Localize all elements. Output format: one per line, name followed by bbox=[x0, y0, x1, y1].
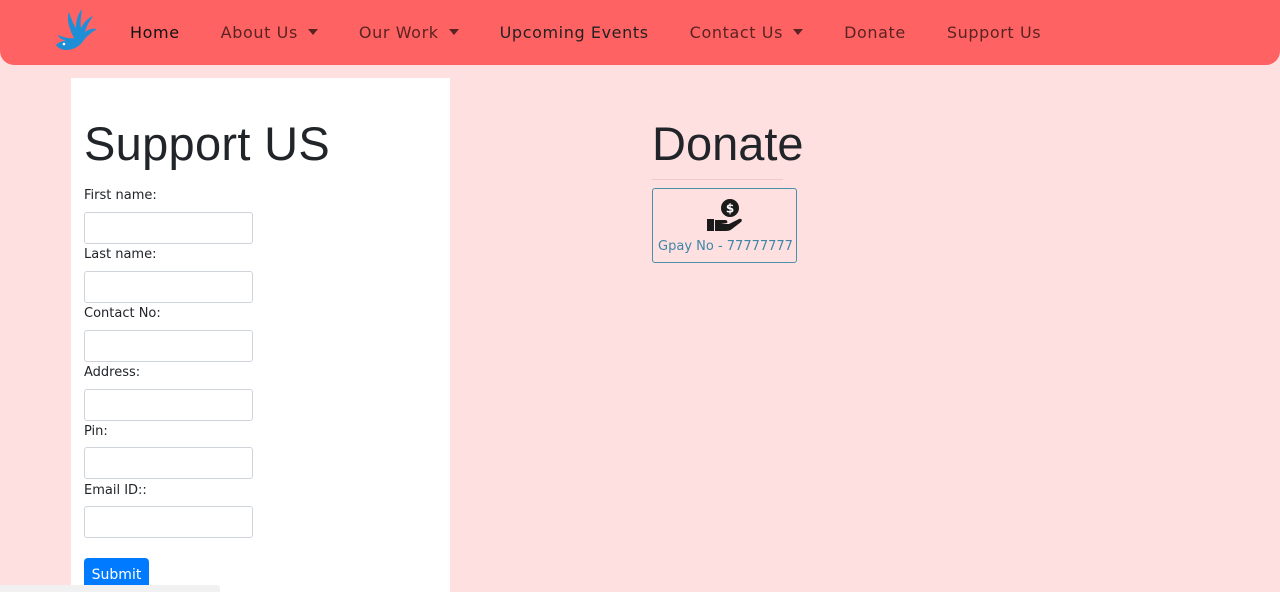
top-navbar: Home About Us Our Work Upcoming Events C… bbox=[0, 0, 1280, 65]
nav-contact-us[interactable]: Contact Us bbox=[690, 23, 804, 42]
address-label: Address: bbox=[84, 365, 141, 380]
email-id-input[interactable] bbox=[84, 506, 253, 538]
address-input[interactable] bbox=[84, 389, 253, 421]
contact-no-input[interactable] bbox=[84, 330, 253, 362]
nav-support-us[interactable]: Support Us bbox=[947, 23, 1041, 42]
support-title: Support US bbox=[84, 117, 330, 170]
support-form-card: Support US First name: Last name: Contac… bbox=[71, 78, 450, 592]
caret-down-icon bbox=[307, 28, 318, 35]
nav-upcoming-events[interactable]: Upcoming Events bbox=[500, 23, 649, 42]
gpay-number-link: Gpay No - 77777777 bbox=[658, 239, 793, 254]
donate-divider bbox=[652, 179, 783, 180]
hand-holding-dollar-icon: $ bbox=[707, 199, 742, 231]
email-id-label: Email ID:: bbox=[84, 483, 147, 498]
nav-home[interactable]: Home bbox=[130, 23, 180, 42]
nav-our-work[interactable]: Our Work bbox=[359, 23, 459, 42]
last-name-input[interactable] bbox=[84, 271, 253, 303]
browser-status-bar bbox=[0, 585, 220, 592]
first-name-input[interactable] bbox=[84, 212, 253, 244]
hand-dove-logo-icon[interactable] bbox=[52, 8, 100, 54]
nav-about-us[interactable]: About Us bbox=[221, 23, 318, 42]
pin-input[interactable] bbox=[84, 447, 253, 479]
first-name-label: First name: bbox=[84, 188, 157, 203]
donate-title: Donate bbox=[652, 117, 804, 170]
nav-donate[interactable]: Donate bbox=[844, 23, 906, 42]
nav-menu: Home About Us Our Work Upcoming Events C… bbox=[130, 0, 1082, 65]
contact-no-label: Contact No: bbox=[84, 306, 161, 321]
pin-label: Pin: bbox=[84, 424, 108, 439]
svg-text:$: $ bbox=[726, 202, 734, 216]
caret-down-icon bbox=[448, 28, 459, 35]
last-name-label: Last name: bbox=[84, 247, 157, 262]
gpay-donate-card[interactable]: $ Gpay No - 77777777 bbox=[652, 188, 797, 263]
caret-down-icon bbox=[793, 28, 804, 35]
